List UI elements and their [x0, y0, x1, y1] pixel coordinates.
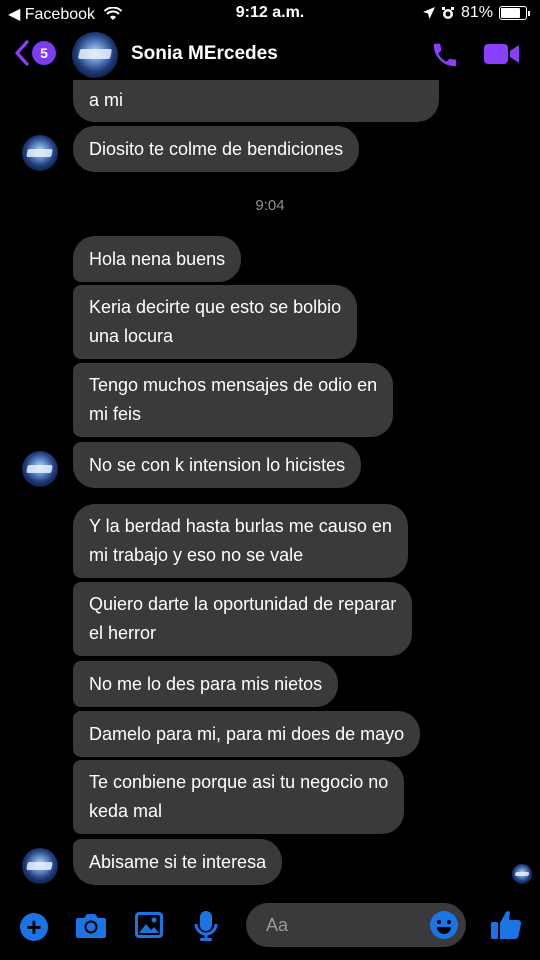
- message-bubble[interactable]: Abisame si te interesa: [73, 839, 283, 885]
- message-input[interactable]: [264, 914, 418, 937]
- message-bubble[interactable]: Hola nena buens: [73, 236, 242, 282]
- timestamp-divider: 9:04: [255, 197, 285, 214]
- sender-avatar[interactable]: [22, 848, 58, 884]
- alarm-icon: [441, 7, 454, 19]
- message-bubble[interactable]: Quiero darte la oportunidad de reparar e…: [73, 582, 413, 656]
- avatar-image: [72, 32, 118, 78]
- message-bubble[interactable]: Keria decirte que esto se bolbio una loc…: [73, 285, 358, 359]
- read-receipt-avatar: [512, 864, 532, 884]
- video-icon[interactable]: [484, 42, 520, 66]
- battery-icon: [499, 6, 527, 20]
- battery-percent: 81%: [460, 4, 493, 21]
- avatar-image: [512, 864, 532, 884]
- plus-icon[interactable]: +: [20, 913, 48, 941]
- emoji-icon[interactable]: [429, 910, 459, 940]
- location-icon: [422, 7, 435, 19]
- avatar-image: [22, 135, 58, 171]
- sender-avatar[interactable]: [22, 135, 58, 171]
- composer-bar: +: [0, 900, 540, 950]
- sender-avatar[interactable]: [22, 451, 58, 487]
- camera-icon[interactable]: [75, 911, 107, 939]
- avatar-image: [22, 451, 58, 487]
- message-bubble[interactable]: Y la berdad hasta burlas me causo en mi …: [73, 504, 408, 578]
- message-bubble[interactable]: a mi: [73, 80, 439, 122]
- message-bubble[interactable]: Damelo para mi, para mi does de mayo: [73, 711, 421, 757]
- status-right: 81%: [422, 4, 530, 22]
- status-bar: ◀ Facebook 9:12 a.m. 81%: [0, 0, 540, 28]
- back-chevron-icon: [15, 40, 29, 66]
- message-bubble[interactable]: Te conbiene porque asi tu negocio no ked…: [73, 760, 405, 834]
- unread-badge: 5: [32, 41, 56, 65]
- battery-cap: [528, 10, 530, 16]
- gallery-icon[interactable]: [134, 911, 164, 939]
- contact-avatar[interactable]: [72, 32, 118, 78]
- message-input-container[interactable]: [246, 903, 466, 947]
- contact-name[interactable]: Sonia MErcedes: [131, 43, 278, 65]
- avatar-image: [22, 848, 58, 884]
- message-bubble[interactable]: Diosito te colme de bendiciones: [73, 126, 360, 172]
- message-bubble[interactable]: Tengo muchos mensajes de odio en mi feis: [73, 363, 394, 437]
- message-bubble[interactable]: No se con k intension lo hicistes: [73, 442, 362, 488]
- message-bubble[interactable]: No me lo des para mis nietos: [73, 661, 339, 707]
- thumbs-up-icon[interactable]: [490, 909, 522, 941]
- phone-icon[interactable]: [430, 40, 460, 70]
- mic-icon[interactable]: [194, 910, 218, 942]
- conversation-header: 5 Sonia MErcedes: [0, 28, 540, 84]
- back-button[interactable]: 5: [14, 40, 56, 66]
